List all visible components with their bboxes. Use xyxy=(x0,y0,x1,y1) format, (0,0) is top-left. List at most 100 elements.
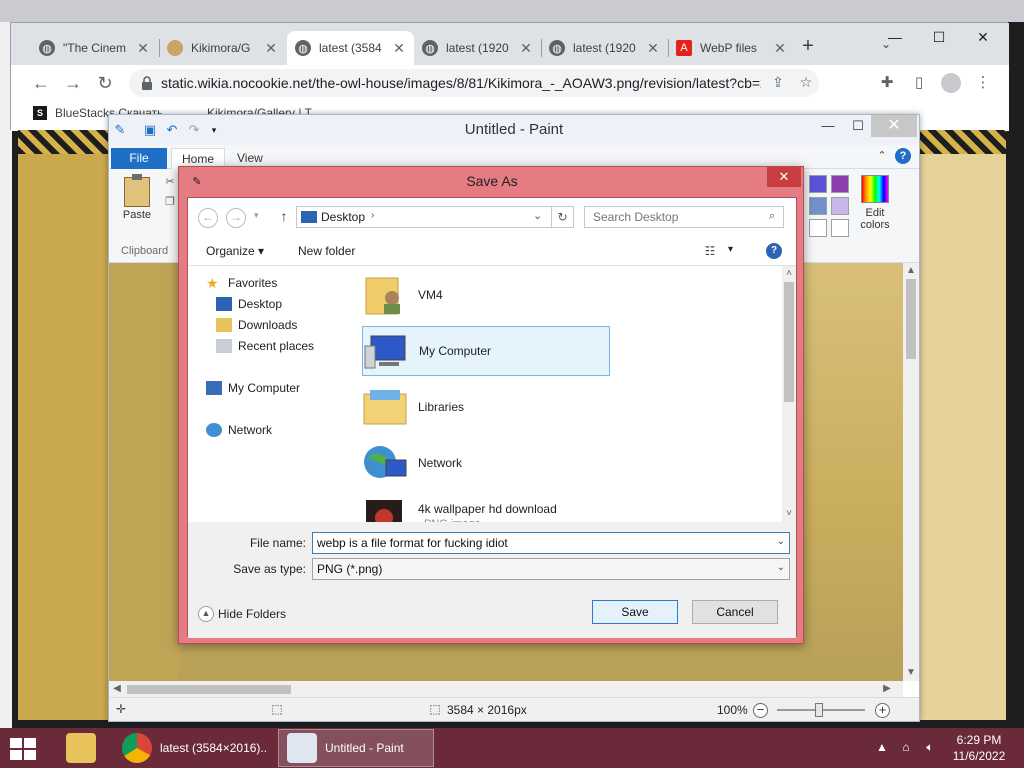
close-tab-icon[interactable]: ✕ xyxy=(519,40,533,57)
address-bar[interactable]: static.wikia.nocookie.net/the-owl-house/… xyxy=(129,69,819,97)
taskbar-paint[interactable]: Untitled - Paint xyxy=(278,729,434,767)
scroll-up-icon[interactable]: ˄ xyxy=(781,266,797,282)
list-item[interactable]: My Computer xyxy=(362,326,610,376)
save-button[interactable]: Save xyxy=(592,600,678,624)
collapse-ribbon-icon[interactable]: ⌃ xyxy=(875,149,889,163)
scroll-down-icon[interactable]: ˅ xyxy=(781,506,797,522)
scroll-thumb[interactable] xyxy=(127,685,291,694)
cancel-button[interactable]: Cancel xyxy=(692,600,778,624)
edit-colors-button[interactable]: Edit colors xyxy=(853,175,897,245)
organize-button[interactable]: Organize ▾ xyxy=(206,244,264,258)
color-swatch[interactable] xyxy=(831,219,849,237)
dialog-close-button[interactable]: ✕ xyxy=(767,167,801,187)
taskbar-file-explorer[interactable] xyxy=(58,729,112,767)
share-icon[interactable]: ⇪ xyxy=(769,74,787,92)
nav-desktop[interactable]: Desktop xyxy=(216,297,282,311)
tab-latest-active[interactable]: ◍ latest (3584 ✕ xyxy=(287,31,414,65)
back-arrow-icon[interactable]: ← xyxy=(29,71,53,95)
scroll-left-icon[interactable]: ◀ xyxy=(109,681,125,697)
paint-minimize-button[interactable]: — xyxy=(813,115,843,137)
scroll-thumb[interactable] xyxy=(906,279,916,359)
maximize-button[interactable]: ☐ xyxy=(917,23,961,51)
nav-downloads[interactable]: Downloads xyxy=(216,318,297,332)
paste-button[interactable]: Paste xyxy=(117,173,157,235)
list-item[interactable]: VM4 xyxy=(362,270,610,320)
scroll-thumb[interactable] xyxy=(784,282,794,402)
close-tab-icon[interactable]: ✕ xyxy=(264,40,278,57)
network-icon[interactable]: ⌂ xyxy=(898,740,914,756)
save-as-type-select[interactable]: PNG (*.png) ⌄ xyxy=(312,558,790,580)
chevron-right-icon[interactable]: › xyxy=(371,210,374,221)
help-icon[interactable]: ? xyxy=(895,148,911,164)
canvas-horizontal-scrollbar[interactable]: ◀ ▶ xyxy=(109,681,903,697)
tab-latest-1920-a[interactable]: ◍ latest (1920 ✕ xyxy=(414,31,541,65)
color-swatch[interactable] xyxy=(831,175,849,193)
close-button[interactable]: ✕ xyxy=(961,23,1005,51)
file-tab[interactable]: File xyxy=(111,148,167,169)
extensions-puzzle-icon[interactable]: ✚ xyxy=(877,73,897,93)
paint-close-button[interactable]: ✕ xyxy=(871,115,917,137)
file-name-input[interactable] xyxy=(313,533,769,553)
close-tab-icon[interactable]: ✕ xyxy=(392,40,406,57)
start-button[interactable] xyxy=(8,736,38,762)
paint-maximize-button[interactable]: ☐ xyxy=(843,115,873,137)
new-folder-button[interactable]: New folder xyxy=(298,244,355,258)
canvas-vertical-scrollbar[interactable]: ▲ ▼ xyxy=(903,263,919,681)
scroll-up-icon[interactable]: ▲ xyxy=(903,263,919,279)
up-arrow-icon[interactable]: ↑ xyxy=(276,208,292,226)
kebab-menu-icon[interactable]: ⋮ xyxy=(973,73,993,93)
cut-icon[interactable]: ✂ xyxy=(163,175,177,189)
nav-favorites[interactable]: ★ Favorites xyxy=(206,276,277,290)
list-item[interactable]: Network xyxy=(362,438,610,488)
zoom-in-button[interactable]: + xyxy=(875,703,890,718)
back-arrow-icon[interactable]: ← xyxy=(198,208,218,228)
chevron-down-icon[interactable]: ⌄ xyxy=(777,562,785,573)
tab-kikimora[interactable]: Kikimora/G ✕ xyxy=(159,31,286,65)
volume-icon[interactable]: 🔈︎ xyxy=(922,740,938,756)
change-view-icon[interactable]: ☷ xyxy=(702,244,718,258)
tab-cinema[interactable]: ◍ "The Cinem ✕ xyxy=(31,31,158,65)
forward-arrow-icon[interactable]: → xyxy=(61,71,85,95)
list-item[interactable]: Libraries xyxy=(362,382,610,432)
nav-network[interactable]: Network xyxy=(206,423,272,437)
close-tab-icon[interactable]: ✕ xyxy=(646,40,660,57)
tab-latest-1920-b[interactable]: ◍ latest (1920 ✕ xyxy=(541,31,668,65)
close-tab-icon[interactable]: ✕ xyxy=(773,40,787,57)
nav-my-computer[interactable]: My Computer xyxy=(206,381,300,395)
hide-folders-button[interactable]: ▲ Hide Folders xyxy=(198,606,286,622)
minimize-button[interactable]: — xyxy=(873,23,917,51)
refresh-icon[interactable]: ↻ xyxy=(552,206,574,228)
color-swatch[interactable] xyxy=(831,197,849,215)
recent-locations-icon[interactable]: ▾ xyxy=(254,210,259,221)
zoom-out-button[interactable]: − xyxy=(753,703,768,718)
side-panel-icon[interactable]: ▯ xyxy=(909,73,929,93)
list-item[interactable]: 4k wallpaper hd download PNG image xyxy=(362,492,610,522)
chevron-down-icon[interactable]: ⌄ xyxy=(777,536,785,547)
breadcrumb-desktop[interactable]: Desktop xyxy=(321,210,365,224)
nav-recent-places[interactable]: Recent places xyxy=(216,339,314,353)
zoom-slider-thumb[interactable] xyxy=(815,703,823,717)
search-input[interactable] xyxy=(585,207,761,227)
copy-icon[interactable]: ❐ xyxy=(163,195,177,209)
clock-time[interactable]: 6:29 PM xyxy=(944,733,1014,747)
color-swatch[interactable] xyxy=(809,175,827,193)
taskbar-chrome[interactable]: latest (3584×2016)... xyxy=(114,729,274,767)
forward-arrow-icon[interactable]: → xyxy=(226,208,246,228)
profile-avatar-icon[interactable] xyxy=(941,73,961,93)
chevron-down-icon[interactable]: ⌄ xyxy=(533,209,542,222)
color-swatch[interactable] xyxy=(809,219,827,237)
star-icon[interactable]: ☆ xyxy=(797,74,815,92)
close-tab-icon[interactable]: ✕ xyxy=(136,40,150,57)
clock-date[interactable]: 11/6/2022 xyxy=(944,749,1014,763)
chevron-down-icon[interactable]: ▾ xyxy=(728,244,738,258)
scroll-right-icon[interactable]: ▶ xyxy=(879,681,895,697)
file-list-scrollbar[interactable]: ˄ ˅ xyxy=(782,266,796,522)
search-icon[interactable]: ⌕ xyxy=(765,210,779,224)
color-swatch[interactable] xyxy=(809,197,827,215)
location-breadcrumb[interactable]: Desktop › ⌄ xyxy=(296,206,552,228)
help-icon[interactable]: ? xyxy=(766,243,782,259)
scroll-down-icon[interactable]: ▼ xyxy=(903,665,919,681)
new-tab-button[interactable]: + xyxy=(797,35,819,57)
show-hidden-icons-chevron-icon[interactable]: ▲ xyxy=(874,740,890,756)
reload-icon[interactable]: ↻ xyxy=(93,71,117,95)
